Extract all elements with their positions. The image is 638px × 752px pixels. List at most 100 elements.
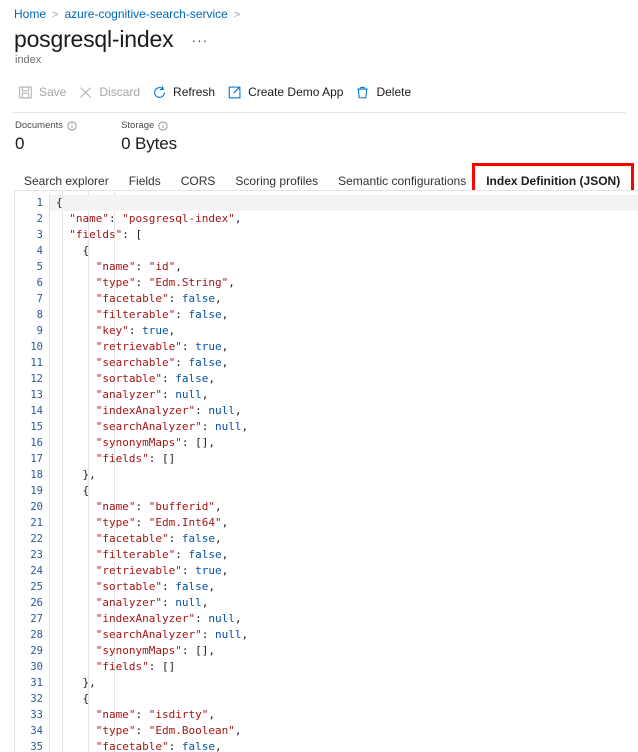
code-line-text[interactable]: "sortable": false, bbox=[50, 371, 638, 387]
command-toolbar: Save Discard Refresh Create Demo App Del… bbox=[0, 77, 638, 107]
code-line[interactable]: 10 "retrievable": true, bbox=[15, 339, 638, 355]
code-line[interactable]: 17 "fields": [] bbox=[15, 451, 638, 467]
code-line[interactable]: 28 "searchAnalyzer": null, bbox=[15, 627, 638, 643]
code-line[interactable]: 23 "filterable": false, bbox=[15, 547, 638, 563]
code-line[interactable]: 1{ bbox=[15, 195, 638, 211]
json-editor[interactable]: 1{2 "name": "posgresql-index", 3 "fields"… bbox=[14, 190, 638, 752]
line-number: 15 bbox=[30, 421, 43, 433]
delete-button[interactable]: Delete bbox=[351, 81, 419, 103]
code-line[interactable]: 5 "name": "id", bbox=[15, 259, 638, 275]
code-token: , bbox=[234, 404, 242, 417]
code-line-text[interactable]: { bbox=[50, 483, 638, 499]
code-line-text[interactable]: "name": "isdirty", bbox=[50, 707, 638, 723]
code-line[interactable]: 34 "type": "Edm.Boolean", bbox=[15, 723, 638, 739]
code-line-text[interactable]: "analyzer": null, bbox=[50, 387, 638, 403]
code-token: null bbox=[208, 404, 235, 417]
refresh-button[interactable]: Refresh bbox=[148, 81, 223, 103]
breadcrumb-link-0[interactable]: Home bbox=[14, 7, 46, 21]
code-line[interactable]: 27 "indexAnalyzer": null, bbox=[15, 611, 638, 627]
code-line-text[interactable]: "sortable": false, bbox=[50, 579, 638, 595]
code-line-text[interactable]: "name": "id", bbox=[50, 259, 638, 275]
more-options-ellipsis-icon[interactable]: ··· bbox=[187, 32, 212, 48]
code-line-text[interactable]: "synonymMaps": [], bbox=[50, 435, 638, 451]
code-line-text[interactable]: "type": "Edm.Boolean", bbox=[50, 723, 638, 739]
code-line-text[interactable]: "filterable": false, bbox=[50, 307, 638, 323]
code-line[interactable]: 2 "name": "posgresql-index", bbox=[15, 211, 638, 227]
code-line[interactable]: 32 { bbox=[15, 691, 638, 707]
code-line-text[interactable]: "filterable": false, bbox=[50, 547, 638, 563]
code-line[interactable]: 13 "analyzer": null, bbox=[15, 387, 638, 403]
code-line-text[interactable]: "fields": [] bbox=[50, 451, 638, 467]
code-line[interactable]: 31 }, bbox=[15, 675, 638, 691]
info-icon[interactable] bbox=[158, 121, 168, 131]
code-line-text[interactable]: "retrievable": true, bbox=[50, 563, 638, 579]
code-line-text[interactable]: "facetable": false, bbox=[50, 739, 638, 752]
code-token: : bbox=[175, 356, 189, 369]
line-number: 24 bbox=[30, 565, 43, 577]
code-token: : [] bbox=[148, 660, 176, 673]
code-line[interactable]: 4 { bbox=[15, 243, 638, 259]
code-line-text[interactable]: "key": true, bbox=[50, 323, 638, 339]
code-line-text[interactable]: "indexAnalyzer": null, bbox=[50, 403, 638, 419]
code-line-text[interactable]: "searchable": false, bbox=[50, 355, 638, 371]
code-line-text[interactable]: "fields": [ bbox=[50, 227, 638, 243]
code-line-text[interactable]: "facetable": false, bbox=[50, 531, 638, 547]
code-line[interactable]: 6 "type": "Edm.String", bbox=[15, 275, 638, 291]
code-line[interactable]: 9 "key": true, bbox=[15, 323, 638, 339]
code-token: null bbox=[214, 628, 242, 641]
code-line[interactable]: 7 "facetable": false, bbox=[15, 291, 638, 307]
code-line-text[interactable]: "indexAnalyzer": null, bbox=[50, 611, 638, 627]
code-token: : bbox=[135, 516, 149, 529]
code-line-text[interactable]: "synonymMaps": [], bbox=[50, 643, 638, 659]
code-area[interactable]: 1{2 "name": "posgresql-index", 3 "fields"… bbox=[15, 191, 638, 752]
code-token: "posgresql-index" bbox=[122, 212, 235, 225]
code-line-text[interactable]: }, bbox=[50, 467, 638, 483]
code-line[interactable]: 21 "type": "Edm.Int64", bbox=[15, 515, 638, 531]
code-token: , bbox=[201, 388, 209, 401]
code-line[interactable]: 25 "sortable": false, bbox=[15, 579, 638, 595]
code-line[interactable]: 20 "name": "bufferid", bbox=[15, 499, 638, 515]
line-number: 18 bbox=[30, 469, 43, 481]
create-demo-app-button[interactable]: Create Demo App bbox=[223, 81, 351, 103]
code-line[interactable]: 18 }, bbox=[15, 467, 638, 483]
breadcrumb-link-1[interactable]: azure-cognitive-search-service bbox=[64, 7, 227, 21]
code-line-text[interactable]: "searchAnalyzer": null, bbox=[50, 419, 638, 435]
code-line[interactable]: 16 "synonymMaps": [], bbox=[15, 435, 638, 451]
code-line-text[interactable]: "name": "posgresql-index", bbox=[50, 211, 638, 227]
code-line[interactable]: 30 "fields": [] bbox=[15, 659, 638, 675]
code-line-text[interactable]: "facetable": false, bbox=[50, 291, 638, 307]
code-line-text[interactable]: "name": "bufferid", bbox=[50, 499, 638, 515]
code-line[interactable]: 22 "facetable": false, bbox=[15, 531, 638, 547]
code-line[interactable]: 15 "searchAnalyzer": null, bbox=[15, 419, 638, 435]
code-line-text[interactable]: { bbox=[50, 691, 638, 707]
line-number: 23 bbox=[30, 549, 43, 561]
code-line[interactable]: 11 "searchable": false, bbox=[15, 355, 638, 371]
code-line[interactable]: 35 "facetable": false, bbox=[15, 739, 638, 752]
code-token: { bbox=[56, 196, 63, 209]
line-number: 20 bbox=[30, 501, 43, 513]
code-token: : [] bbox=[148, 452, 176, 465]
code-line-text[interactable]: { bbox=[50, 195, 638, 211]
code-line-text[interactable]: "retrievable": true, bbox=[50, 339, 638, 355]
code-line[interactable]: 8 "filterable": false, bbox=[15, 307, 638, 323]
code-line[interactable]: 29 "synonymMaps": [], bbox=[15, 643, 638, 659]
code-line[interactable]: 19 { bbox=[15, 483, 638, 499]
code-line[interactable]: 26 "analyzer": null, bbox=[15, 595, 638, 611]
code-line[interactable]: 33 "name": "isdirty", bbox=[15, 707, 638, 723]
code-line-text[interactable]: "type": "Edm.Int64", bbox=[50, 515, 638, 531]
code-line-text[interactable]: "type": "Edm.String", bbox=[50, 275, 638, 291]
code-token: false bbox=[188, 308, 222, 321]
code-line[interactable]: 12 "sortable": false, bbox=[15, 371, 638, 387]
code-line[interactable]: 24 "retrievable": true, bbox=[15, 563, 638, 579]
code-line-text[interactable]: }, bbox=[50, 675, 638, 691]
toolbar-button-label: Create Demo App bbox=[248, 85, 344, 99]
code-token: "name" bbox=[56, 212, 109, 225]
code-token: : bbox=[181, 340, 196, 353]
code-line[interactable]: 14 "indexAnalyzer": null, bbox=[15, 403, 638, 419]
info-icon[interactable] bbox=[67, 121, 77, 131]
code-line-text[interactable]: { bbox=[50, 243, 638, 259]
code-line-text[interactable]: "searchAnalyzer": null, bbox=[50, 627, 638, 643]
code-line-text[interactable]: "analyzer": null, bbox=[50, 595, 638, 611]
code-line-text[interactable]: "fields": [] bbox=[50, 659, 638, 675]
code-line[interactable]: 3 "fields": [ bbox=[15, 227, 638, 243]
